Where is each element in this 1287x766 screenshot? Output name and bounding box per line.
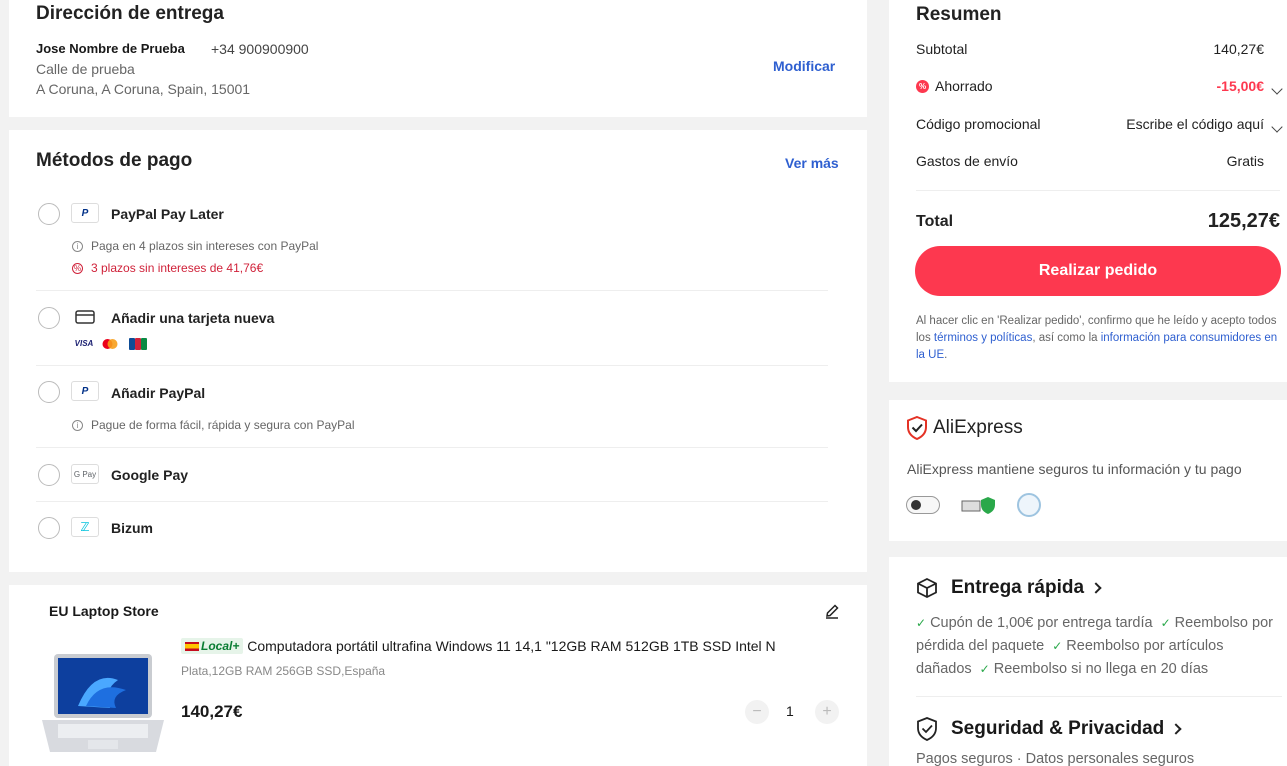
paypal-icon: P: [71, 381, 99, 401]
product-price: 140,27€: [181, 702, 243, 721]
summary-title: Resumen: [916, 4, 1002, 25]
divider: [36, 447, 828, 448]
privacy-shield-icon: [916, 717, 938, 746]
total-label: Total: [916, 213, 954, 230]
google-pay-label[interactable]: Google Pay: [111, 467, 188, 483]
product-variant[interactable]: Plata,12GB RAM 256GB SSD,España: [181, 664, 385, 678]
spain-flag-icon: [185, 642, 199, 651]
divider: [36, 501, 828, 502]
address-city: A Coruna, A Coruna, Spain, 15001: [36, 81, 251, 97]
bizum-radio[interactable]: [38, 517, 60, 539]
visa-icon: VISA: [74, 339, 94, 348]
shipping-label: Gastos de envío: [916, 153, 1018, 169]
edit-pencil-icon[interactable]: [824, 603, 840, 624]
product-title[interactable]: Computadora portátil ultrafina Windows 1…: [247, 638, 775, 654]
divider: [36, 365, 828, 366]
installments-note: % 3 plazos sin intereses de 41,76€: [72, 261, 264, 275]
info-icon: i: [72, 240, 83, 252]
pci-badge-icon: [906, 496, 940, 514]
see-more-link[interactable]: Ver más: [785, 155, 839, 171]
info-icon: i: [72, 419, 83, 431]
product-image[interactable]: [38, 650, 168, 760]
check-icon: ✓: [916, 616, 927, 630]
aliexpress-logo: AliExpress: [933, 417, 1023, 438]
store-name[interactable]: EU Laptop Store: [49, 603, 159, 619]
add-paypal-label[interactable]: Añadir PayPal: [111, 385, 205, 401]
bizum-icon: ℤ: [71, 517, 99, 537]
chevron-right-icon: [1090, 582, 1102, 594]
privacy-subtitle: Pagos seguros · Datos personales seguros: [916, 751, 1195, 766]
divider: [36, 290, 828, 291]
discount-icon: %: [72, 262, 83, 274]
delivery-box-icon: [916, 577, 938, 604]
summary-divider: [916, 190, 1280, 191]
subtotal-label: Subtotal: [916, 41, 968, 57]
paypal-pay-later-label[interactable]: PayPal Pay Later: [111, 206, 224, 222]
aliexpress-shield-icon: [906, 415, 928, 445]
new-card-radio[interactable]: [38, 307, 60, 329]
jcb-icon: [129, 337, 147, 351]
address-street: Calle de prueba: [36, 61, 135, 77]
place-order-button[interactable]: Realizar pedido: [915, 246, 1281, 296]
address-name: Jose Nombre de Prueba: [36, 41, 185, 56]
chevron-down-icon[interactable]: [1271, 80, 1283, 98]
local-plus-badge: Local+: [181, 638, 244, 654]
quantity-increase-button[interactable]: +: [815, 700, 839, 724]
bizum-label[interactable]: Bizum: [111, 520, 153, 536]
total-value: 125,27€: [1207, 210, 1280, 232]
check-icon: ✓: [1052, 639, 1063, 653]
chevron-right-icon: [1170, 723, 1182, 735]
saved-row[interactable]: % Ahorrado: [916, 78, 993, 94]
address-card: Dirección de entrega Jose Nombre de Prue…: [9, 0, 867, 117]
google-pay-icon: G Pay: [71, 464, 99, 484]
saved-value: -15,00€: [1216, 78, 1264, 94]
paypal-icon: P: [71, 203, 99, 223]
google-pay-radio[interactable]: [38, 464, 60, 486]
quantity-value[interactable]: 1: [786, 703, 794, 719]
new-card-label[interactable]: Añadir una tarjeta nueva: [111, 310, 274, 326]
terms-link[interactable]: términos y políticas: [934, 332, 1032, 344]
payment-title: Métodos de pago: [36, 150, 193, 171]
address-phone: +34 900900900: [211, 41, 309, 57]
credit-card-icon: [71, 307, 99, 327]
verified-seal-icon: [1017, 493, 1041, 517]
delivery-guarantees: ✓ Cupón de 1,00€ por entrega tardía ✓ Reem…: [916, 615, 1273, 677]
address-title: Dirección de entrega: [36, 3, 224, 24]
terms-text: Al hacer clic en 'Realizar pedido', conf…: [916, 315, 1278, 361]
fast-delivery-title[interactable]: Entrega rápida: [951, 577, 1102, 599]
modify-address-link[interactable]: Modificar: [773, 58, 835, 74]
promo-label: Código promocional: [916, 116, 1041, 132]
add-paypal-radio[interactable]: [38, 381, 60, 403]
check-icon: ✓: [979, 662, 990, 676]
shipping-value: Gratis: [1226, 153, 1264, 169]
security-text: AliExpress mantiene seguros tu informaci…: [907, 461, 1242, 477]
mastercard-icon: [101, 337, 119, 351]
subtotal-value: 140,27€: [1213, 41, 1264, 57]
paypal-pay-later-radio[interactable]: [38, 203, 60, 225]
chevron-down-icon[interactable]: [1271, 118, 1283, 136]
promo-input[interactable]: Escribe el código aquí: [1126, 116, 1264, 132]
add-paypal-note: i Pague de forma fácil, rápida y segura …: [72, 418, 354, 432]
discount-badge-icon: %: [916, 79, 929, 93]
guarantees-divider: [916, 696, 1282, 697]
paypal-pay-later-note: i Paga en 4 plazos sin intereses con Pay…: [72, 239, 318, 253]
quantity-decrease-button[interactable]: −: [745, 700, 769, 724]
check-icon: ✓: [1160, 616, 1171, 630]
product-title-row[interactable]: Local+ Computadora portátil ultrafina Wi…: [181, 638, 841, 660]
certification-badge-icon: [961, 495, 997, 515]
privacy-title[interactable]: Seguridad & Privacidad: [951, 718, 1182, 740]
